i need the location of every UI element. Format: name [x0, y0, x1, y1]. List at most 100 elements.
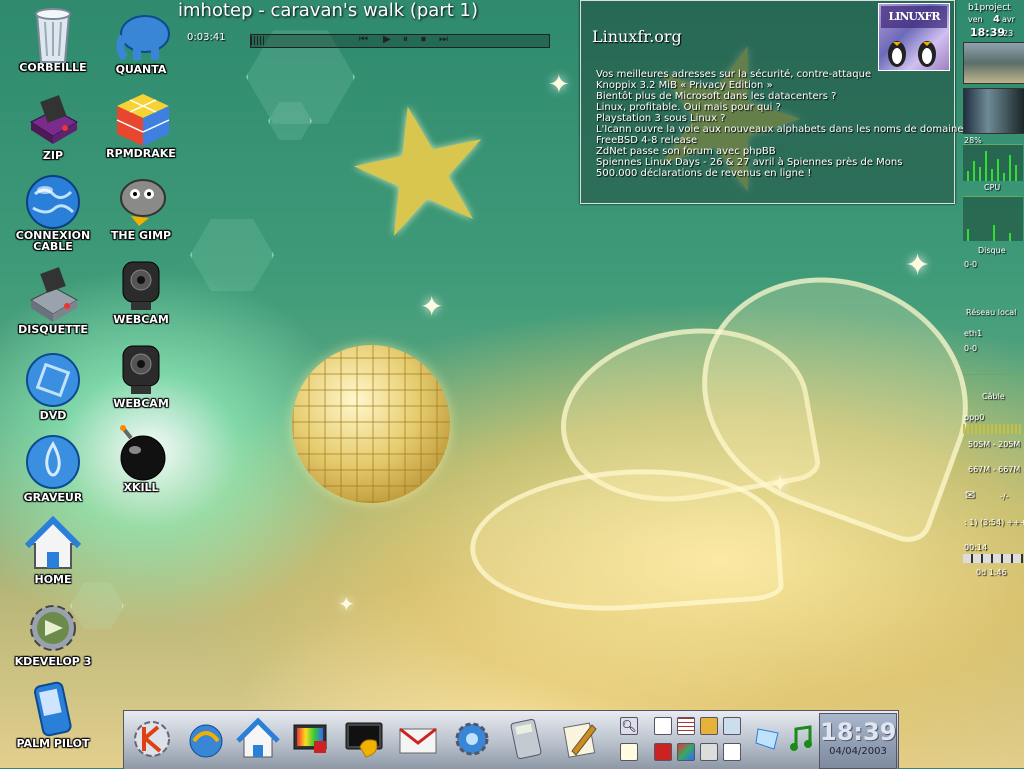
mail-icon[interactable]: ✉: [965, 488, 975, 502]
zip-drive-icon: [25, 92, 81, 148]
packages-button[interactable]: [677, 743, 695, 761]
mail-envelope-icon: [399, 727, 437, 754]
ppp-rate-2: 667M - 667M: [968, 465, 1021, 474]
news-item[interactable]: Playstation 3 sous Linux ?: [596, 113, 964, 124]
taskbar-clock[interactable]: 18:39 04/04/2003: [819, 713, 897, 769]
hostname: b1project: [968, 3, 1011, 13]
news-item[interactable]: Knoppix 3.2 MiB « Privacy Edition »: [596, 80, 964, 91]
music-player-tray-button[interactable]: [786, 723, 816, 753]
elephant-icon: [113, 6, 170, 62]
seek-position[interactable]: [251, 36, 265, 45]
text-editor-button[interactable]: [558, 717, 602, 761]
download-button[interactable]: [700, 743, 718, 761]
news-item[interactable]: L'Icann ouvre la voie aux nouveaux alpha…: [596, 124, 964, 135]
volume-button[interactable]: [723, 717, 741, 735]
news-item[interactable]: Bientôt plus de Microsoft dans les datac…: [596, 91, 964, 102]
track-end: 0d 1:46: [976, 568, 1007, 577]
sparkle-decor: ✦: [905, 248, 931, 283]
news-feed-widget: Linuxfr.org LINUXFR Vos meilleures adres…: [580, 0, 964, 204]
kopete-button[interactable]: [450, 717, 494, 761]
desktop-icon-zip[interactable]: ZIP: [8, 92, 98, 161]
floppy-drive-icon: [25, 266, 81, 322]
previous-button[interactable]: ⏮: [359, 34, 368, 45]
terminal-button[interactable]: [342, 717, 386, 761]
desktop-icon-graveur[interactable]: GRAVEUR: [8, 434, 98, 503]
webcam-thumbnail[interactable]: [963, 88, 1024, 134]
magnifier-button[interactable]: 🔍︎: [620, 717, 638, 735]
sparkle-decor: ✦: [338, 592, 355, 616]
calendar-button[interactable]: [677, 717, 695, 735]
control-center-button[interactable]: [288, 717, 332, 761]
kmail-button[interactable]: [396, 717, 440, 761]
desktop-icon-disquette[interactable]: DISQUETTE: [8, 266, 98, 335]
calculator-button[interactable]: [504, 717, 548, 761]
date-day: ven: [968, 15, 983, 24]
news-item[interactable]: ZdNet passe son forum avec phpBB: [596, 146, 964, 157]
track-controls[interactable]: [963, 554, 1023, 563]
news-item[interactable]: 500.000 déclarations de revenus en ligne…: [596, 168, 964, 179]
kde-menu-button[interactable]: [130, 717, 174, 761]
star-decor: ★: [326, 57, 517, 283]
terminal-shell-icon: [345, 722, 383, 758]
gimp-icon: [113, 172, 169, 228]
news-item[interactable]: Linux, profitable. Oui mais pour qui ?: [596, 102, 964, 113]
desktop-icon-gimp[interactable]: THE GIMP: [96, 172, 186, 241]
mail-count: -/-: [1000, 492, 1009, 501]
track-title: imhotep - caravan's walk (part 1): [178, 0, 478, 21]
desktop-icon-label: GRAVEUR: [23, 491, 83, 504]
news-item[interactable]: FreeBSD 4-8 release: [596, 135, 964, 146]
ppp-label: ppp0: [964, 413, 985, 422]
clipboard-icon: [755, 728, 779, 750]
flag-button[interactable]: [654, 743, 672, 761]
ppp-graph: [963, 424, 1023, 434]
kde-taskbar: 🔍︎ 18:39 04/04/2003: [123, 710, 899, 769]
klipper-button[interactable]: [754, 723, 784, 753]
cd-burner-icon: [25, 434, 81, 490]
news-item[interactable]: Vos meilleures adresses sur la sécurité,…: [596, 69, 964, 80]
linuxfr-logo-text: LINUXFR: [881, 6, 947, 28]
trash-icon: [25, 4, 81, 63]
konqueror-button[interactable]: [184, 717, 228, 761]
desktop-icon-xkill[interactable]: XKILL: [96, 424, 186, 493]
desktop-icon-webcam-1[interactable]: WEBCAM: [96, 256, 186, 325]
desktop-icon-rpmdrake[interactable]: RPMDRAKE: [96, 90, 186, 159]
sparkle-decor: ✦: [770, 470, 791, 498]
desktop-icon-webcam-2[interactable]: WEBCAM: [96, 340, 186, 409]
cpu-label: CPU: [984, 183, 1001, 192]
disk-graph: [963, 196, 1023, 241]
hexagon-decor: [190, 219, 274, 291]
penguins-icon: [888, 41, 936, 67]
desktop-icon-label: HOME: [34, 573, 72, 586]
desktop-icon-trash[interactable]: CORBEILLE: [8, 4, 98, 73]
bomb-icon: [113, 424, 169, 481]
seek-bar[interactable]: ⏮ ▶ ⏸ ⏹ ⏭: [250, 34, 550, 48]
next-button[interactable]: ⏭: [439, 34, 448, 45]
desktop-icon-palm-pilot[interactable]: PALM PILOT: [8, 680, 98, 749]
track-info: : 1) (3:54) +++: [964, 518, 1024, 527]
play-button[interactable]: ▶: [383, 34, 391, 45]
home-folder-button[interactable]: [236, 717, 280, 761]
date-month: avr: [1002, 15, 1015, 24]
desktop-thumbnail[interactable]: [963, 42, 1024, 84]
taskbar-clock-date: 04/04/2003: [829, 746, 887, 757]
mail-check-button[interactable]: [723, 743, 741, 761]
home-icon: [236, 717, 280, 758]
notes-button[interactable]: [700, 717, 718, 735]
news-item[interactable]: Spiennes Linux Days - 26 & 27 avril à Sp…: [596, 157, 964, 168]
desktop-icon-connexion-cable[interactable]: CONNEXION CABLE: [8, 172, 98, 252]
package-cube-icon: [113, 90, 170, 146]
music-note-icon: [790, 725, 812, 751]
stop-button[interactable]: ⏹: [421, 34, 426, 45]
lan-graph: [963, 272, 1023, 306]
desktop-icon-quanta[interactable]: QUANTA: [96, 6, 186, 75]
desktop-icon-dvd[interactable]: DVD: [8, 352, 98, 421]
pause-button[interactable]: ⏸: [403, 34, 408, 45]
kalarm-button[interactable]: [654, 717, 672, 735]
news-site-title[interactable]: Linuxfr.org: [592, 27, 682, 46]
desktop-icon-kdevelop[interactable]: KDEVELOP 3: [8, 598, 98, 667]
konqueror-icon: [189, 724, 223, 758]
desktop-icon-home[interactable]: HOME: [8, 515, 98, 586]
system-monitor-panel: b1project ven 4 avr 18:39 23 28% CPU Dis…: [962, 0, 1024, 590]
webcam-icon: [113, 256, 169, 312]
lock-screen-button[interactable]: [620, 743, 638, 761]
